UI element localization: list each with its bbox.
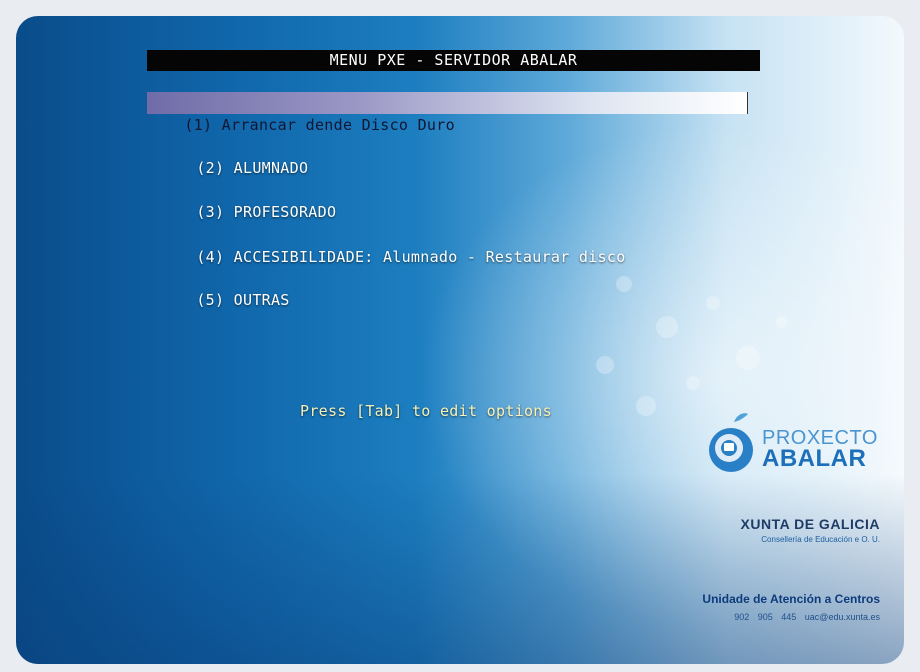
boot-menu-screen: MENU PXE - SERVIDOR ABALAR (1) Arrancar … xyxy=(16,16,904,664)
menu-item-alumnado[interactable]: (2) ALUMNADO xyxy=(147,135,308,177)
decor-dot xyxy=(686,376,700,390)
decor-dot xyxy=(706,296,720,310)
xunta-branding: XUNTA DE GALICIA Consellería de Educació… xyxy=(741,516,880,544)
decor-dot xyxy=(596,356,614,374)
decor-dot xyxy=(656,316,678,338)
org-name: XUNTA DE GALICIA xyxy=(740,516,880,532)
decor-dot xyxy=(636,396,656,416)
menu-item-label: (4) ACCESIBILIDADE: Alumnado - Restaurar… xyxy=(196,248,626,266)
menu-item-profesorado[interactable]: (3) PROFESORADO xyxy=(147,179,336,221)
menu-item-disco-duro[interactable]: (1) Arrancar dende Disco Duro xyxy=(147,92,748,134)
menu-item-label: (3) PROFESORADO xyxy=(196,203,337,221)
support-info: Unidade de Atención a Centros 902 905 44… xyxy=(702,592,880,622)
proxecto-abalar-logo: PROXECTO ABALAR xyxy=(704,412,894,478)
org-subtitle: Consellería de Educación e O. U. xyxy=(761,535,880,544)
logo-line2: ABALAR xyxy=(762,445,867,472)
edit-options-hint: Press [Tab] to edit options xyxy=(300,402,552,420)
apple-logo-icon xyxy=(709,413,753,472)
support-title: Unidade de Atención a Centros xyxy=(702,592,880,606)
decor-dot xyxy=(736,346,760,370)
menu-item-outras[interactable]: (5) OUTRAS xyxy=(147,267,290,309)
menu-title: MENU PXE - SERVIDOR ABALAR xyxy=(147,50,760,71)
decor-dot xyxy=(616,276,632,292)
menu-item-accesibilidade[interactable]: (4) ACCESIBILIDADE: Alumnado - Restaurar… xyxy=(147,224,626,266)
decor-dot xyxy=(776,316,788,328)
menu-item-label: (2) ALUMNADO xyxy=(196,159,309,177)
support-contact: 902 905 445 uac@edu.xunta.es xyxy=(734,612,880,622)
menu-item-label: (5) OUTRAS xyxy=(196,291,290,309)
menu-item-label: (1) Arrancar dende Disco Duro xyxy=(184,116,455,134)
